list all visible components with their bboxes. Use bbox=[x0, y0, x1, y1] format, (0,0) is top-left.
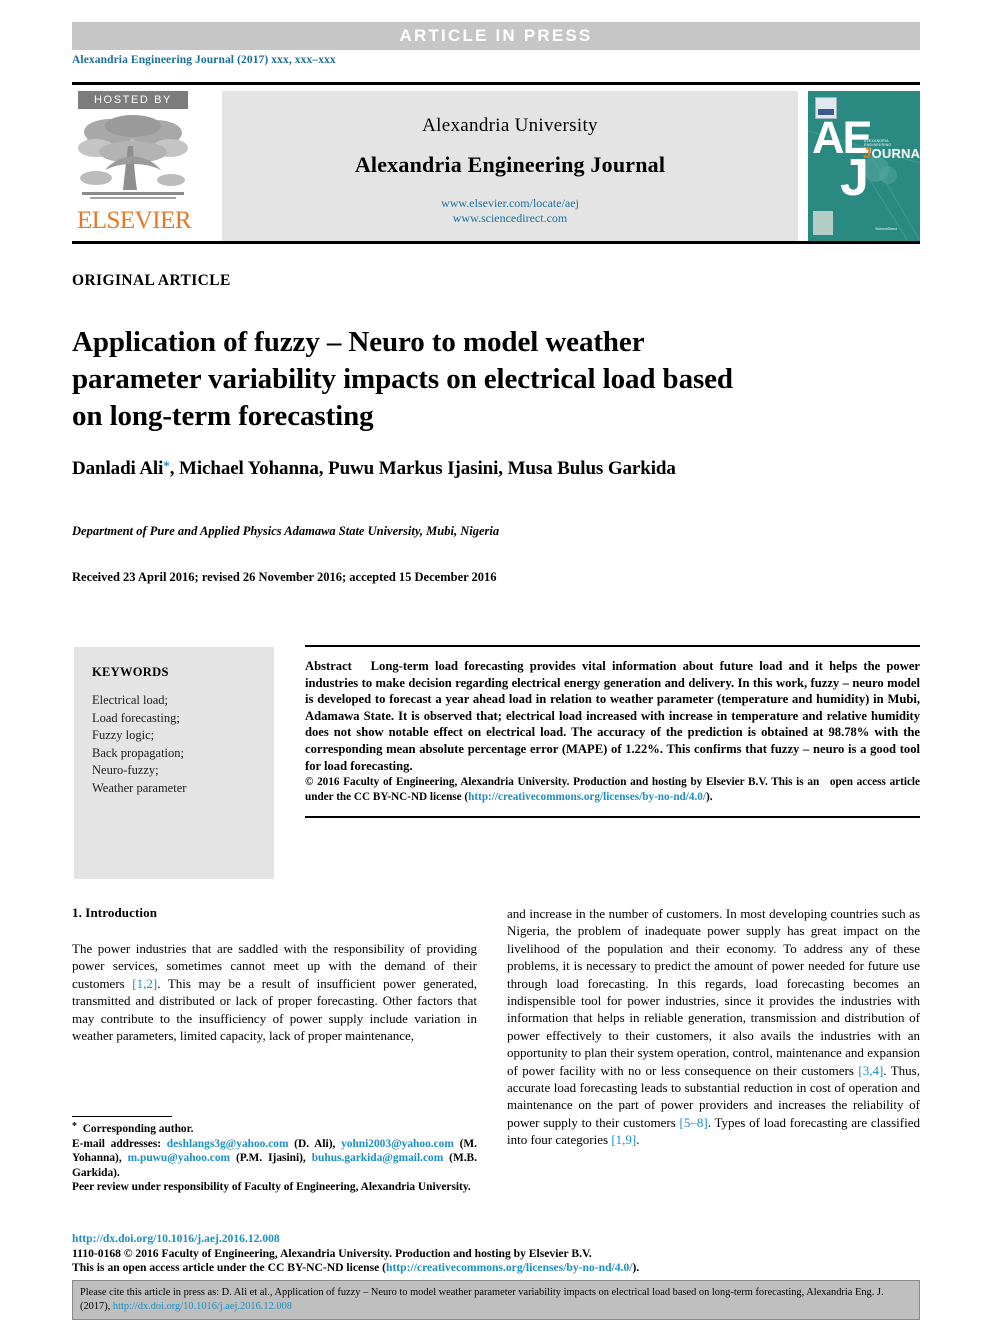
intro-right-text-a: and increase in the number of customers.… bbox=[507, 906, 920, 1078]
footnote-star: * bbox=[72, 1121, 77, 1132]
license-post: ). bbox=[632, 1261, 640, 1275]
elsevier-url[interactable]: www.elsevier.com/locate/aej bbox=[222, 196, 798, 211]
author-first: Danladi Ali bbox=[72, 458, 164, 479]
journal-masthead: HOSTED BY ELSEVIER Alexandria University… bbox=[72, 82, 920, 244]
email-link[interactable]: m.puwu@yahoo.com bbox=[128, 1152, 230, 1164]
article-history: Received 23 April 2016; revised 26 Novem… bbox=[72, 570, 497, 584]
elsevier-wordmark: ELSEVIER bbox=[76, 207, 192, 234]
cover-journal-word: JOURNAL bbox=[863, 145, 920, 162]
paper-page: ARTICLE IN PRESS Alexandria Engineering … bbox=[0, 0, 992, 1323]
list-item: Fuzzy logic; bbox=[92, 728, 155, 742]
cite-this-article-text: Please cite this article in press as: D.… bbox=[80, 1286, 912, 1313]
cite-this-article-box: Please cite this article in press as: D.… bbox=[72, 1280, 920, 1320]
keywords-box: KEYWORDS Electrical load; Load forecasti… bbox=[74, 647, 274, 879]
email-owner: (D. Ali), bbox=[288, 1137, 342, 1150]
abstract-section: Abstract Long-term load forecasting prov… bbox=[305, 645, 920, 818]
license-link[interactable]: http://creativecommons.org/licenses/by-n… bbox=[386, 1261, 632, 1274]
footnote-block: * Corresponding author. E-mail addresses… bbox=[72, 1120, 477, 1195]
list-item: Back propagation; bbox=[92, 745, 184, 760]
copyright-line-2-post: ). bbox=[705, 790, 713, 803]
journal-name: Alexandria Engineering Journal bbox=[354, 152, 666, 177]
list-item: Electrical load; bbox=[92, 693, 169, 707]
affiliation: Department of Pure and Applied Physics A… bbox=[72, 524, 500, 538]
doi-link[interactable]: http://dx.doi.org/10.1016/j.aej.2016.12.… bbox=[72, 1232, 920, 1247]
hosted-by-badge: HOSTED BY bbox=[78, 91, 188, 109]
citation-ref[interactable]: [1,2] bbox=[132, 976, 157, 991]
footnote-divider bbox=[72, 1116, 172, 1117]
peer-review-note: Peer review under responsibility of Facu… bbox=[72, 1181, 471, 1194]
abstract-body: Abstract Long-term load forecasting prov… bbox=[305, 658, 920, 774]
university-name: Alexandria University bbox=[422, 115, 598, 136]
elsevier-tree-icon bbox=[76, 112, 190, 210]
authors-rest: , Michael Yohanna, Puwu Markus Ijasini, … bbox=[169, 458, 676, 479]
intro-left-column: The power industries that are saddled wi… bbox=[72, 940, 477, 1044]
email-owner: (P.M. Ijasini), bbox=[230, 1152, 312, 1165]
page-title: Application of fuzzy – Neuro to model we… bbox=[72, 326, 733, 433]
email-link[interactable]: yohni2003@yahoo.com bbox=[341, 1138, 454, 1150]
license-line: This is an open access article under the… bbox=[72, 1261, 920, 1276]
elsevier-logo: HOSTED BY ELSEVIER bbox=[72, 91, 212, 241]
article-type-label: ORIGINAL ARTICLE bbox=[72, 272, 231, 289]
email-link[interactable]: deshlangs3g@yahoo.com bbox=[167, 1138, 289, 1150]
corresponding-author-note: Corresponding author. bbox=[82, 1123, 194, 1135]
cc-license-link[interactable]: http://creativecommons.org/licenses/by-n… bbox=[468, 791, 706, 803]
list-item: Neuro-fuzzy; bbox=[92, 763, 159, 777]
section-heading-introduction: 1. Introduction bbox=[72, 905, 158, 920]
email-addresses-label: E-mail addresses: bbox=[72, 1137, 162, 1150]
author-list: Danladi Ali*, Michael Yohanna, Puwu Mark… bbox=[72, 458, 912, 480]
citation-ref[interactable]: [3,4] bbox=[858, 1063, 883, 1078]
cover-journal-rest: OURNAL bbox=[871, 146, 920, 161]
article-in-press-label: ARTICLE IN PRESS bbox=[399, 26, 593, 45]
cover-journal-j: J bbox=[863, 145, 872, 162]
article-in-press-banner: ARTICLE IN PRESS bbox=[72, 22, 920, 50]
issn-copyright-line: 1110-0168 © 2016 Faculty of Engineering,… bbox=[72, 1246, 592, 1260]
journal-cover-image: AE J ALEXANDRIA ENGINEERING JOURNAL Scie… bbox=[808, 91, 920, 241]
running-citation: Alexandria Engineering Journal (2017) xx… bbox=[72, 54, 336, 66]
abstract-text: Long-term load forecasting provides vita… bbox=[305, 659, 920, 773]
abstract-label: Abstract bbox=[305, 659, 352, 673]
publication-footer: http://dx.doi.org/10.1016/j.aej.2016.12.… bbox=[72, 1232, 920, 1276]
abstract-copyright: © 2016 Faculty of Engineering, Alexandri… bbox=[305, 775, 920, 804]
email-link[interactable]: buhus.garkida@gmail.com bbox=[312, 1152, 444, 1164]
cover-bottom-thumb bbox=[813, 211, 833, 235]
sciencedirect-url[interactable]: www.sciencedirect.com bbox=[222, 211, 798, 226]
copyright-line-1: © 2016 Faculty of Engineering, Alexandri… bbox=[305, 776, 820, 789]
keywords-list: Electrical load; Load forecasting; Fuzzy… bbox=[92, 692, 186, 797]
citation-ref[interactable]: [5–8] bbox=[680, 1115, 708, 1130]
intro-right-column: and increase in the number of customers.… bbox=[507, 905, 920, 1149]
keywords-heading: KEYWORDS bbox=[92, 665, 169, 679]
citation-ref[interactable]: [1,9] bbox=[611, 1132, 636, 1147]
intro-right-text-d: . bbox=[636, 1132, 640, 1148]
list-item: Load forecasting; bbox=[92, 710, 180, 725]
license-pre: This is an open access article under the… bbox=[72, 1261, 386, 1275]
list-item: Weather parameter bbox=[92, 780, 187, 795]
cite-doi-link[interactable]: http://dx.doi.org/10.1016/j.aej.2016.12.… bbox=[113, 1301, 292, 1312]
journal-title-panel: Alexandria University Alexandria Enginee… bbox=[222, 91, 798, 241]
cover-bottom-brand: ScienceDirect bbox=[875, 227, 897, 231]
